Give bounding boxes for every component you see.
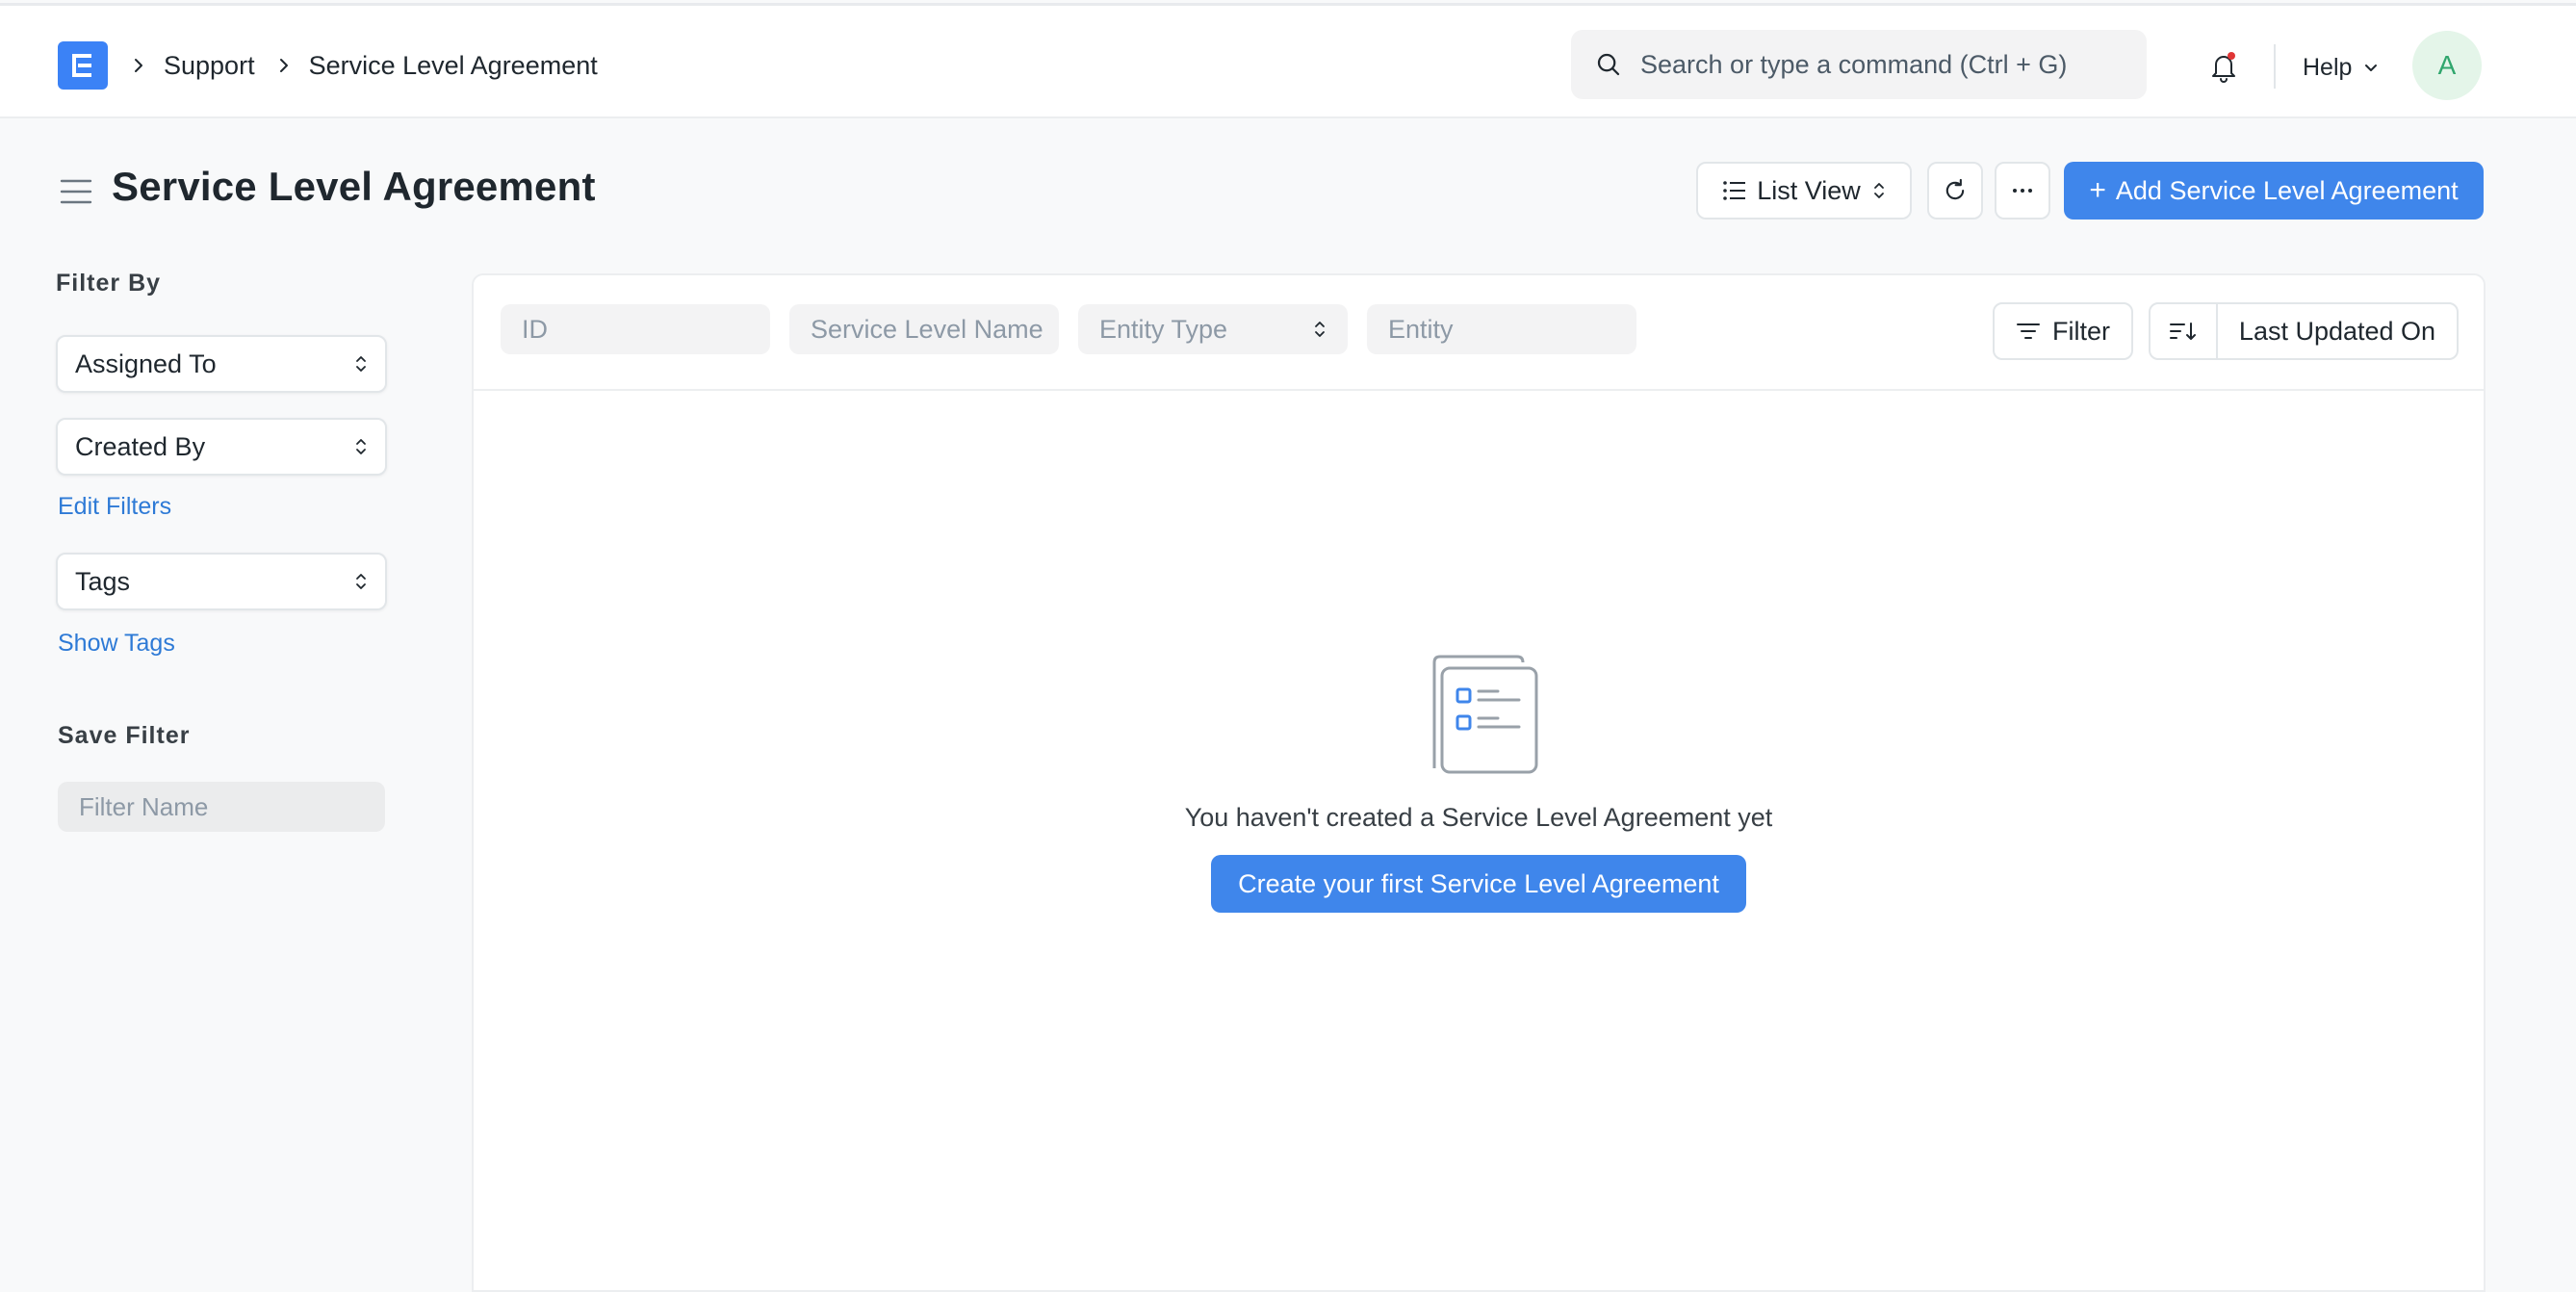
assigned-to-label: Assigned To [75, 349, 217, 378]
list-panel: Entity Type Filter Last Updated On [472, 273, 2486, 1292]
breadcrumb-item-service-level-agreement[interactable]: Service Level Agreement [309, 51, 598, 81]
search-icon [1597, 53, 1620, 76]
refresh-icon [1945, 178, 1965, 200]
ellipsis-icon [2013, 189, 2032, 193]
page-title: Service Level Agreement [112, 164, 596, 209]
create-first-service-level-agreement-button[interactable]: Create your first Service Level Agreemen… [1211, 855, 1746, 913]
app-logo[interactable] [58, 41, 108, 90]
empty-state-message: You haven't created a Service Level Agre… [1184, 803, 1773, 832]
help-dropdown[interactable]: Help [2303, 48, 2381, 87]
created-by-label: Created By [75, 431, 206, 461]
filter-icon [2017, 323, 2040, 339]
sort-order-button[interactable] [2151, 304, 2218, 358]
select-arrows-icon [356, 439, 366, 454]
chevron-right-icon [279, 59, 288, 72]
plus-icon: + [2089, 174, 2106, 206]
entity-filter-input[interactable] [1367, 304, 1636, 354]
tags-label: Tags [75, 566, 131, 596]
select-arrows-icon [356, 574, 366, 589]
select-arrows-icon [1873, 183, 1884, 198]
sort-descending-icon [2170, 323, 2196, 340]
breadcrumb: Support Service Level Agreement [127, 44, 598, 87]
select-arrows-icon [356, 356, 366, 372]
refresh-button[interactable] [1927, 162, 1983, 220]
empty-list-icon [1432, 655, 1538, 774]
filter-button[interactable]: Filter [1993, 302, 2133, 360]
breadcrumb-item-support[interactable]: Support [164, 51, 255, 81]
add-service-level-agreement-button[interactable]: + Add Service Level Agreement [2064, 162, 2484, 220]
created-by-select[interactable]: Created By [56, 418, 387, 476]
sidebar-toggle-icon[interactable] [60, 177, 92, 206]
list-view-switcher[interactable]: List View [1696, 162, 1912, 220]
edit-filters-link[interactable]: Edit Filters [58, 493, 171, 521]
awesomebar-search[interactable] [1571, 30, 2147, 99]
notification-bell-icon[interactable] [2204, 47, 2243, 86]
filter-label: Filter [2052, 316, 2110, 346]
user-avatar[interactable]: A [2412, 31, 2482, 100]
add-button-label: Add Service Level Agreement [2115, 175, 2459, 205]
erpnext-logo-icon [72, 54, 91, 77]
show-tags-link[interactable]: Show Tags [58, 630, 175, 658]
filter-by-heading: Filter By [56, 270, 162, 297]
sort-selector: Last Updated On [2149, 302, 2459, 360]
save-filter-heading: Save Filter [58, 722, 191, 749]
navbar-divider [2274, 44, 2276, 89]
select-arrows-icon [1315, 322, 1325, 337]
entity-type-filter-select[interactable]: Entity Type [1078, 304, 1348, 354]
chevron-right-icon [135, 59, 142, 72]
search-input[interactable] [1640, 49, 2122, 80]
navbar: Support Service Level Agreement Help A [0, 3, 2576, 118]
service-level-name-filter-input[interactable] [789, 304, 1059, 354]
entity-type-label: Entity Type [1099, 314, 1228, 344]
notification-dot [2228, 52, 2235, 60]
filter-name-input[interactable] [58, 782, 385, 832]
list-icon [1723, 181, 1746, 200]
list-view-label: List View [1757, 175, 1861, 205]
standard-filter-bar: Entity Type Filter Last Updated On [474, 275, 2484, 391]
more-actions-button[interactable] [1995, 162, 2050, 220]
tags-select[interactable]: Tags [56, 553, 387, 610]
chevron-down-icon [2365, 65, 2378, 71]
list-sidebar: Filter By Assigned To Created By Edit Fi… [56, 270, 387, 832]
assigned-to-select[interactable]: Assigned To [56, 335, 387, 393]
help-label: Help [2303, 53, 2353, 81]
sort-field-button[interactable]: Last Updated On [2218, 304, 2457, 358]
id-filter-input[interactable] [501, 304, 770, 354]
